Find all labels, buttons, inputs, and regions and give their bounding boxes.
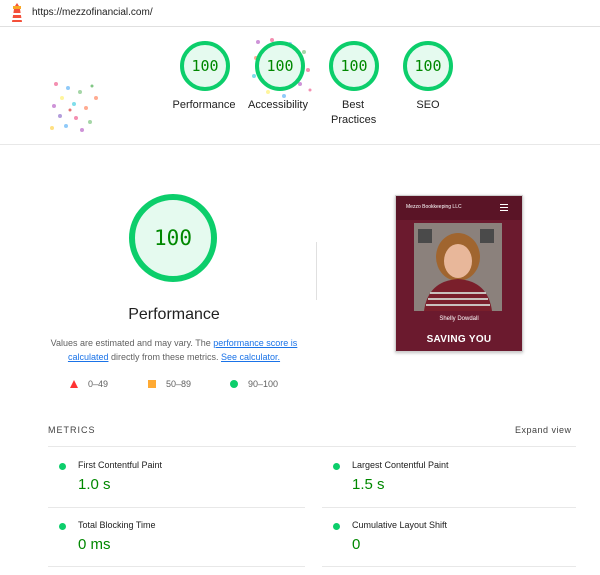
pass-dot-icon	[333, 463, 340, 470]
legend-average-range: 50–89	[166, 379, 192, 389]
pass-dot-icon	[59, 463, 66, 470]
metric-value: 1.5 s	[352, 476, 385, 493]
screenshot-person-name: Shelly Dowdall	[439, 316, 479, 322]
seo-gauge-label: SEO	[416, 99, 440, 111]
pass-circle-icon	[230, 380, 238, 388]
url-bar: https://mezzofinancial.com/	[0, 0, 600, 27]
expand-view-button[interactable]: Expand view	[515, 425, 572, 435]
performance-main-score: 100	[154, 226, 192, 250]
best-practices-label-text: Best Practices	[331, 99, 377, 126]
accessibility-score: 100	[266, 57, 294, 75]
description-prefix: Values are estimated and may vary. The	[50, 338, 214, 348]
best-practices-score: 100	[340, 57, 368, 75]
see-calculator-link[interactable]: See calculator.	[221, 352, 280, 362]
page-screenshot[interactable]: Mezzo Bookkeeping LLC Shelly Dowdall SAV…	[395, 195, 523, 352]
performance-score: 100	[191, 57, 219, 75]
best-practices-gauge[interactable]: 100	[328, 40, 380, 92]
metric-name: First Contentful Paint	[78, 460, 163, 470]
metric-item: Largest Contentful Paint 1.5 s	[322, 458, 552, 508]
metrics-row-divider	[48, 507, 305, 508]
pass-dot-icon	[59, 523, 66, 530]
seo-score: 100	[414, 57, 442, 75]
legend-pass-range: 90–100	[248, 379, 279, 389]
metric-value: 1.0 s	[78, 476, 111, 493]
description-middle: directly from these metrics.	[108, 352, 221, 362]
metric-item: Cumulative Layout Shift 0	[322, 518, 552, 568]
metric-item: First Contentful Paint 1.0 s	[48, 458, 278, 508]
portrait-photo	[414, 223, 502, 311]
performance-title: Performance	[128, 306, 220, 323]
metrics-row-divider	[322, 507, 576, 508]
header-divider	[0, 144, 600, 145]
metric-name: Largest Contentful Paint	[352, 460, 449, 470]
confetti-decoration	[50, 82, 98, 132]
accessibility-gauge[interactable]: 100	[254, 40, 306, 92]
performance-gauge[interactable]: 100	[179, 40, 231, 92]
vertical-divider	[316, 242, 317, 300]
metrics-heading: METRICS	[48, 425, 96, 435]
screenshot-brand: Mezzo Bookkeeping LLC	[406, 204, 462, 210]
fail-triangle-icon	[70, 380, 78, 388]
metric-name: Cumulative Layout Shift	[352, 520, 448, 530]
seo-gauge[interactable]: 100	[402, 40, 454, 92]
screenshot-cta: SAVING YOU	[426, 334, 492, 345]
page-url-link[interactable]: https://mezzofinancial.com/	[32, 7, 153, 18]
metric-item: Total Blocking Time 0 ms	[48, 518, 278, 568]
pass-dot-icon	[333, 523, 340, 530]
legend-fail-range: 0–49	[88, 379, 109, 389]
metrics-row-divider	[48, 566, 305, 567]
metric-value: 0 ms	[78, 536, 111, 553]
hamburger-menu-icon	[500, 204, 508, 211]
screenshot-header: Mezzo Bookkeeping LLC	[396, 196, 522, 220]
metric-name: Total Blocking Time	[78, 520, 156, 530]
lighthouse-icon	[9, 3, 25, 23]
metrics-divider	[48, 446, 576, 447]
average-square-icon	[148, 380, 156, 388]
metrics-row-divider	[322, 566, 576, 567]
performance-description: Values are estimated and may vary. The p…	[48, 336, 300, 364]
performance-main-gauge: 100	[127, 192, 219, 284]
metric-value: 0	[352, 536, 361, 553]
